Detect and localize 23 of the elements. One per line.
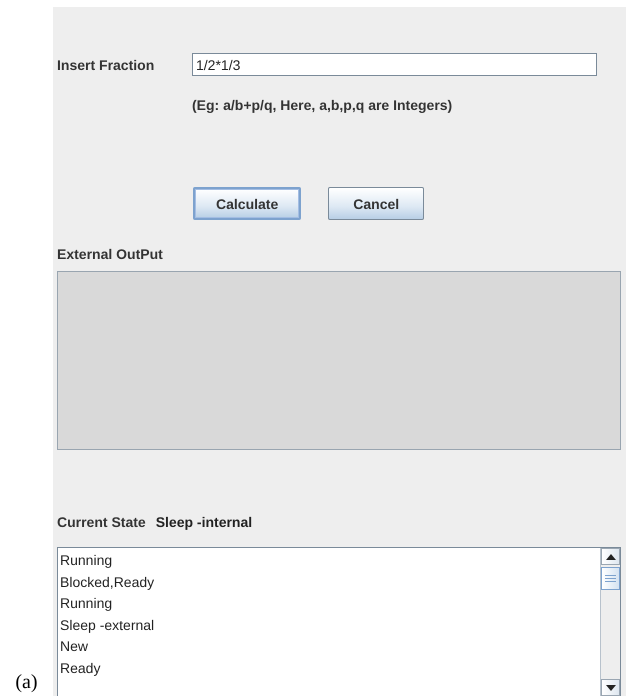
state-label: Current State: [57, 514, 146, 530]
up-arrow-icon: [606, 554, 616, 560]
grip-icon: [605, 575, 616, 582]
figure-label: (a): [15, 671, 38, 694]
scroll-down-button[interactable]: [601, 679, 620, 696]
list-item[interactable]: Running: [60, 550, 600, 572]
list-item[interactable]: Sleep -external: [60, 614, 600, 636]
scroll-up-button[interactable]: [601, 548, 620, 565]
list-item[interactable]: New: [60, 636, 600, 658]
list-item[interactable]: Blocked,Ready: [60, 572, 600, 593]
scroll-thumb[interactable]: [601, 567, 620, 590]
state-list[interactable]: Running Blocked,Ready Running Sleep -external New Ready: [57, 547, 621, 696]
output-label: External OutPut: [57, 246, 164, 262]
calculate-button[interactable]: Calculate: [193, 187, 302, 220]
list-item[interactable]: Ready: [60, 658, 600, 679]
cancel-button[interactable]: Cancel: [328, 187, 424, 220]
hint-text: (Eg: a/b+p/q, Here, a,b,p,q are Integers): [192, 97, 454, 113]
state-value: Sleep -internal: [156, 514, 252, 530]
fraction-input-field[interactable]: 1/2*1/3: [192, 53, 597, 76]
field-label: Insert Fraction: [57, 56, 156, 72]
down-arrow-icon: [606, 684, 616, 690]
scrollbar[interactable]: [600, 548, 620, 696]
list-item[interactable]: Running: [60, 593, 600, 614]
